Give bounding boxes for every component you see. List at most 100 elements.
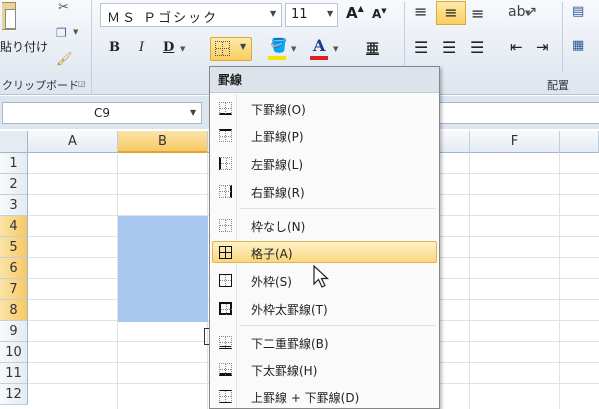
- row-header-10[interactable]: 10: [0, 342, 28, 363]
- all-borders-icon: [219, 246, 232, 259]
- menu-item-bottom-double-border[interactable]: 下二重罫線(B): [212, 331, 437, 353]
- chevron-down-icon[interactable]: ▼: [327, 9, 333, 18]
- align-left-icon[interactable]: ☰: [414, 38, 428, 57]
- copy-icon[interactable]: ❐: [56, 26, 67, 40]
- menu-item-no-border[interactable]: 枠なし(N): [212, 214, 437, 236]
- row-header-9[interactable]: 9: [0, 321, 28, 342]
- outside-borders-icon: [219, 274, 232, 287]
- column-header-g[interactable]: [560, 131, 599, 153]
- align-center-icon[interactable]: ☰: [442, 38, 456, 57]
- increase-indent-icon[interactable]: ⇥: [536, 38, 549, 56]
- row-header-11[interactable]: 11: [0, 363, 28, 384]
- formula-input[interactable]: [430, 102, 599, 124]
- menu-item-left-border[interactable]: 左罫線(L): [212, 152, 437, 174]
- thick-bottom-border-icon: [219, 363, 232, 376]
- menu-item-label: 上罫線(P): [251, 130, 304, 144]
- menu-item-bottom-border[interactable]: 下罫線(O): [212, 97, 437, 119]
- fill-color-swatch: [268, 56, 286, 60]
- borders-button[interactable]: ▼: [210, 37, 252, 61]
- menu-separator: [240, 325, 436, 326]
- menu-item-right-border[interactable]: 右罫線(R): [212, 180, 437, 202]
- underline-button[interactable]: D: [163, 40, 174, 55]
- chevron-down-icon[interactable]: ▼: [333, 45, 338, 53]
- row-header-5[interactable]: 5: [0, 237, 28, 258]
- clipboard-group-label: クリップボード: [2, 79, 79, 92]
- bottom-double-border-icon: [219, 336, 232, 349]
- thick-box-border-icon: [219, 302, 232, 315]
- name-box[interactable]: C9: [2, 102, 202, 124]
- borders-menu-header: 罫線: [210, 67, 439, 93]
- row-header-1[interactable]: 1: [0, 153, 28, 174]
- chevron-down-icon[interactable]: ▼: [190, 108, 196, 117]
- top-bottom-border-icon: [219, 390, 232, 403]
- menu-item-label: 格子(A): [251, 247, 293, 261]
- chevron-down-icon[interactable]: ▼: [180, 45, 185, 53]
- menu-item-label: 下罫線(O): [251, 103, 306, 117]
- right-border-icon: [219, 185, 232, 198]
- chevron-down-icon[interactable]: ▼: [73, 28, 78, 36]
- group-separator: [404, 2, 405, 72]
- orientation-icon[interactable]: ab↗: [508, 4, 537, 20]
- menu-item-thick-bottom-border[interactable]: 下太罫線(H): [212, 358, 437, 380]
- mouse-pointer-icon: [313, 265, 330, 288]
- align-right-icon[interactable]: ☰: [470, 38, 484, 57]
- font-name-select[interactable]: ＭＳ Ｐゴシック: [100, 3, 282, 27]
- paste-icon[interactable]: [2, 2, 16, 30]
- menu-item-label: 上罫線 + 下罫線(D): [251, 391, 360, 405]
- column-header-a[interactable]: A: [28, 131, 118, 153]
- menu-item-top-border[interactable]: 上罫線(P): [212, 124, 437, 146]
- select-all-corner[interactable]: [0, 131, 28, 153]
- chevron-down-icon[interactable]: ▼: [240, 42, 246, 51]
- dialog-launcher-icon[interactable]: ◲: [78, 79, 86, 88]
- selected-range[interactable]: [118, 216, 208, 322]
- decrease-indent-icon[interactable]: ⇤: [510, 38, 523, 56]
- grow-font-icon[interactable]: A▲: [346, 4, 364, 22]
- bold-button[interactable]: B: [109, 40, 120, 55]
- menu-item-label: 下二重罫線(B): [251, 337, 329, 351]
- format-painter-icon[interactable]: 🖌: [56, 52, 73, 67]
- row-header-3[interactable]: 3: [0, 195, 28, 216]
- chevron-down-icon[interactable]: ▼: [291, 45, 296, 53]
- phonetic-guide-icon[interactable]: 亜: [366, 38, 379, 57]
- align-bottom-icon[interactable]: ≡: [471, 4, 484, 23]
- group-separator: [562, 2, 563, 72]
- row-header-7[interactable]: 7: [0, 279, 28, 300]
- borders-menu: 罫線 下罫線(O) 上罫線(P) 左罫線(L) 右罫線(R) 枠なし(N) 格子…: [209, 66, 440, 409]
- borders-icon: [215, 41, 230, 56]
- chevron-down-icon[interactable]: ▼: [525, 9, 530, 17]
- clipboard-group: 貼り付け ✂ ❐ ▼ 🖌 クリップボード ◲: [0, 0, 92, 95]
- row-header-2[interactable]: 2: [0, 174, 28, 195]
- align-top-icon[interactable]: ≡: [414, 2, 427, 21]
- column-header-b[interactable]: B: [118, 131, 208, 153]
- menu-item-top-bottom-border[interactable]: 上罫線 + 下罫線(D): [212, 385, 437, 407]
- shrink-font-icon[interactable]: A▼: [372, 7, 387, 21]
- scissors-icon[interactable]: ✂: [58, 0, 69, 15]
- menu-item-label: 下太罫線(H): [251, 364, 318, 378]
- menu-separator: [240, 208, 436, 209]
- row-header-4[interactable]: 4: [0, 216, 28, 237]
- menu-item-all-borders[interactable]: 格子(A): [212, 241, 437, 263]
- menu-item-label: 外枠(S): [251, 275, 292, 289]
- menu-item-label: 左罫線(L): [251, 158, 304, 172]
- gridline: [469, 153, 470, 409]
- merge-center-icon[interactable]: ▦: [572, 38, 584, 53]
- top-border-icon: [219, 129, 232, 142]
- chevron-down-icon[interactable]: ▼: [270, 9, 276, 18]
- bottom-border-icon: [219, 102, 232, 115]
- left-border-icon: [219, 157, 232, 170]
- column-header-f[interactable]: F: [470, 131, 560, 153]
- row-header-12[interactable]: 12: [0, 384, 28, 405]
- no-border-icon: [219, 219, 232, 232]
- italic-button[interactable]: I: [139, 40, 144, 55]
- row-header-8[interactable]: 8: [0, 300, 28, 321]
- paste-button[interactable]: 貼り付け: [0, 38, 48, 55]
- wrap-text-icon[interactable]: ▤: [572, 4, 584, 19]
- align-middle-icon[interactable]: ≡: [436, 1, 466, 25]
- font-color-icon[interactable]: A: [313, 36, 325, 55]
- menu-item-label: 枠なし(N): [251, 220, 306, 234]
- fill-color-icon[interactable]: 🪣: [270, 38, 287, 54]
- row-header-6[interactable]: 6: [0, 258, 28, 279]
- alignment-group-label: 配置: [547, 79, 569, 92]
- menu-item-thick-box-border[interactable]: 外枠太罫線(T): [212, 297, 437, 319]
- menu-item-label: 外枠太罫線(T): [251, 303, 328, 317]
